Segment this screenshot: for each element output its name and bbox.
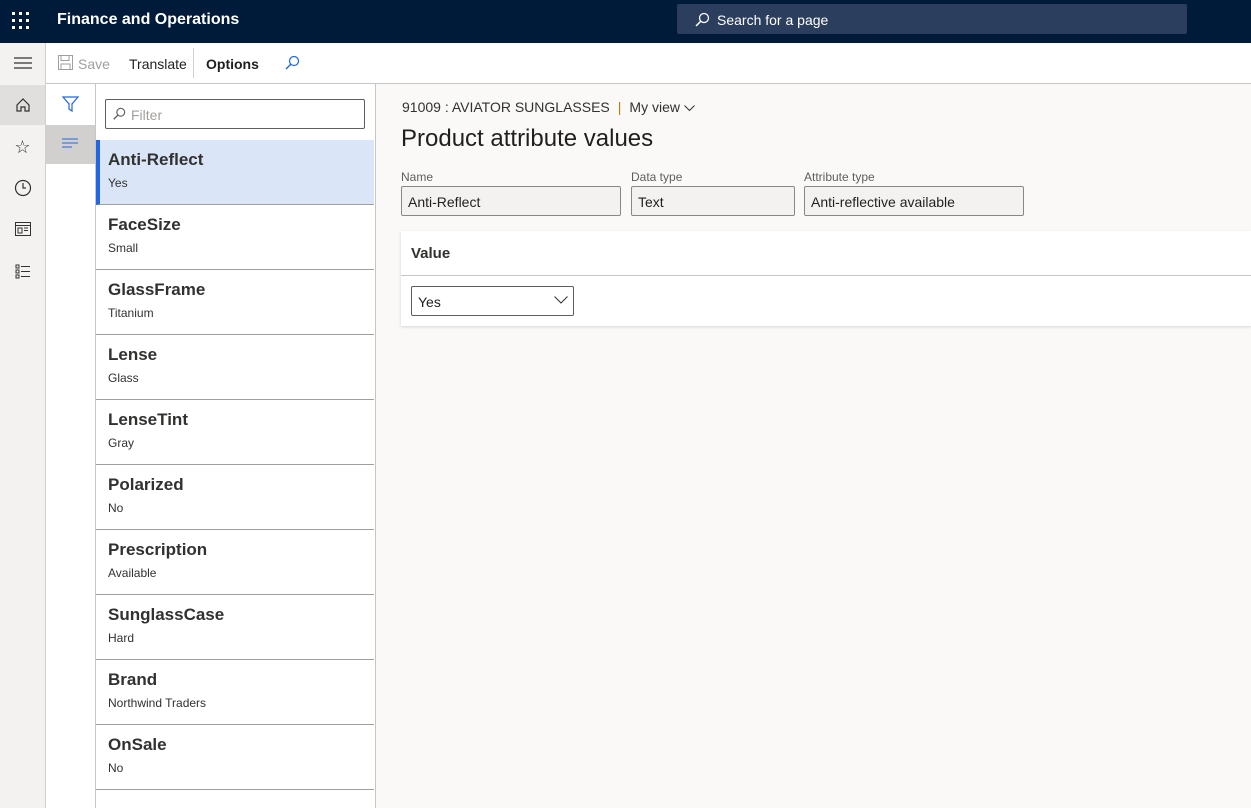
list-item[interactable]: Anti-Reflect Yes [96, 140, 374, 205]
chevron-down-icon [554, 296, 568, 304]
attribute-value: No [108, 501, 362, 515]
attribute-value: Glass [108, 371, 362, 385]
sort-list-button[interactable] [46, 125, 95, 164]
options-tab[interactable]: Options [206, 56, 259, 72]
separator: | [618, 99, 622, 115]
attribute-name: GlassFrame [108, 280, 362, 300]
modules-list-icon[interactable] [0, 251, 45, 291]
navigation-pane: ☆ [0, 43, 46, 808]
sort-lines-icon [62, 138, 79, 150]
top-bar: Finance and Operations Search for a page [0, 0, 1251, 43]
list-item[interactable]: Polarized No [96, 465, 374, 530]
attribute-value: Yes [108, 176, 362, 190]
attribute-name: FaceSize [108, 215, 362, 235]
list-item[interactable]: LenseTint Gray [96, 400, 374, 465]
attribute-value: Available [108, 566, 362, 580]
value-selected: Yes [418, 294, 441, 310]
attribute-value: Hard [108, 631, 362, 645]
breadcrumb: 91009 : AVIATOR SUNGLASSES | My view [402, 99, 695, 115]
list-item[interactable]: Prescription Available [96, 530, 374, 595]
name-label: Name [401, 170, 433, 184]
favorites-star-icon[interactable]: ☆ [0, 127, 45, 167]
hamburger-menu-icon[interactable] [0, 43, 45, 83]
list-item[interactable]: SunglassCase Hard [96, 595, 374, 660]
attribute-name: OnSale [108, 735, 362, 755]
value-header: Value [411, 245, 450, 262]
attribute-name: Lense [108, 345, 362, 365]
list-item[interactable]: Lense Glass [96, 335, 374, 400]
data-type-field[interactable]: Text [631, 186, 795, 216]
list-item[interactable]: OnSale No [96, 725, 374, 790]
filter-column [46, 84, 96, 808]
search-box[interactable]: Search for a page [677, 4, 1187, 34]
value-dropdown[interactable]: Yes [411, 286, 574, 316]
view-label: My view [629, 99, 680, 115]
translate-button[interactable]: Translate [129, 56, 187, 72]
search-placeholder: Search for a page [717, 12, 828, 28]
app-launcher-icon[interactable] [12, 12, 30, 30]
list-item[interactable]: FaceSize Small [96, 205, 374, 270]
attribute-name: Polarized [108, 475, 362, 495]
action-pane: Save Translate Options [46, 43, 1251, 84]
list-item[interactable]: Brand Northwind Traders [96, 660, 374, 725]
attribute-name: SunglassCase [108, 605, 362, 625]
home-icon[interactable] [0, 85, 45, 125]
filter-input[interactable]: Filter [105, 99, 365, 129]
save-icon [58, 55, 73, 70]
divider [193, 48, 194, 78]
attribute-name: Prescription [108, 540, 362, 560]
save-button[interactable]: Save [78, 56, 110, 72]
attribute-name: Anti-Reflect [108, 150, 362, 170]
data-type-label: Data type [631, 170, 682, 184]
recent-clock-icon[interactable] [0, 168, 45, 208]
attribute-name: LenseTint [108, 410, 362, 430]
list-item[interactable]: GlassFrame Titanium [96, 270, 374, 335]
chevron-down-icon [684, 105, 695, 112]
attribute-value: Titanium [108, 306, 362, 320]
divider [401, 275, 1251, 276]
filter-placeholder: Filter [131, 107, 162, 123]
attribute-name: Brand [108, 670, 362, 690]
filter-icon[interactable] [62, 96, 79, 113]
name-field[interactable]: Anti-Reflect [401, 186, 621, 216]
workspaces-icon[interactable] [0, 209, 45, 249]
page-title: Product attribute values [401, 125, 653, 153]
attribute-list: Filter Anti-Reflect Yes FaceSize Small Glass… [96, 84, 376, 808]
record-caption: 91009 : AVIATOR SUNGLASSES [402, 99, 610, 115]
app-title: Finance and Operations [57, 11, 239, 29]
attribute-value: No [108, 761, 362, 775]
attribute-value: Small [108, 241, 362, 255]
attribute-value: Gray [108, 436, 362, 450]
value-section: Value Yes [401, 231, 1251, 326]
search-icon [694, 12, 710, 28]
search-actions-icon[interactable] [284, 55, 300, 71]
attribute-value: Northwind Traders [108, 696, 362, 710]
search-icon [112, 107, 126, 121]
attribute-type-field[interactable]: Anti-reflective available [804, 186, 1024, 216]
attribute-type-label: Attribute type [804, 170, 875, 184]
view-selector[interactable]: My view [629, 99, 694, 115]
